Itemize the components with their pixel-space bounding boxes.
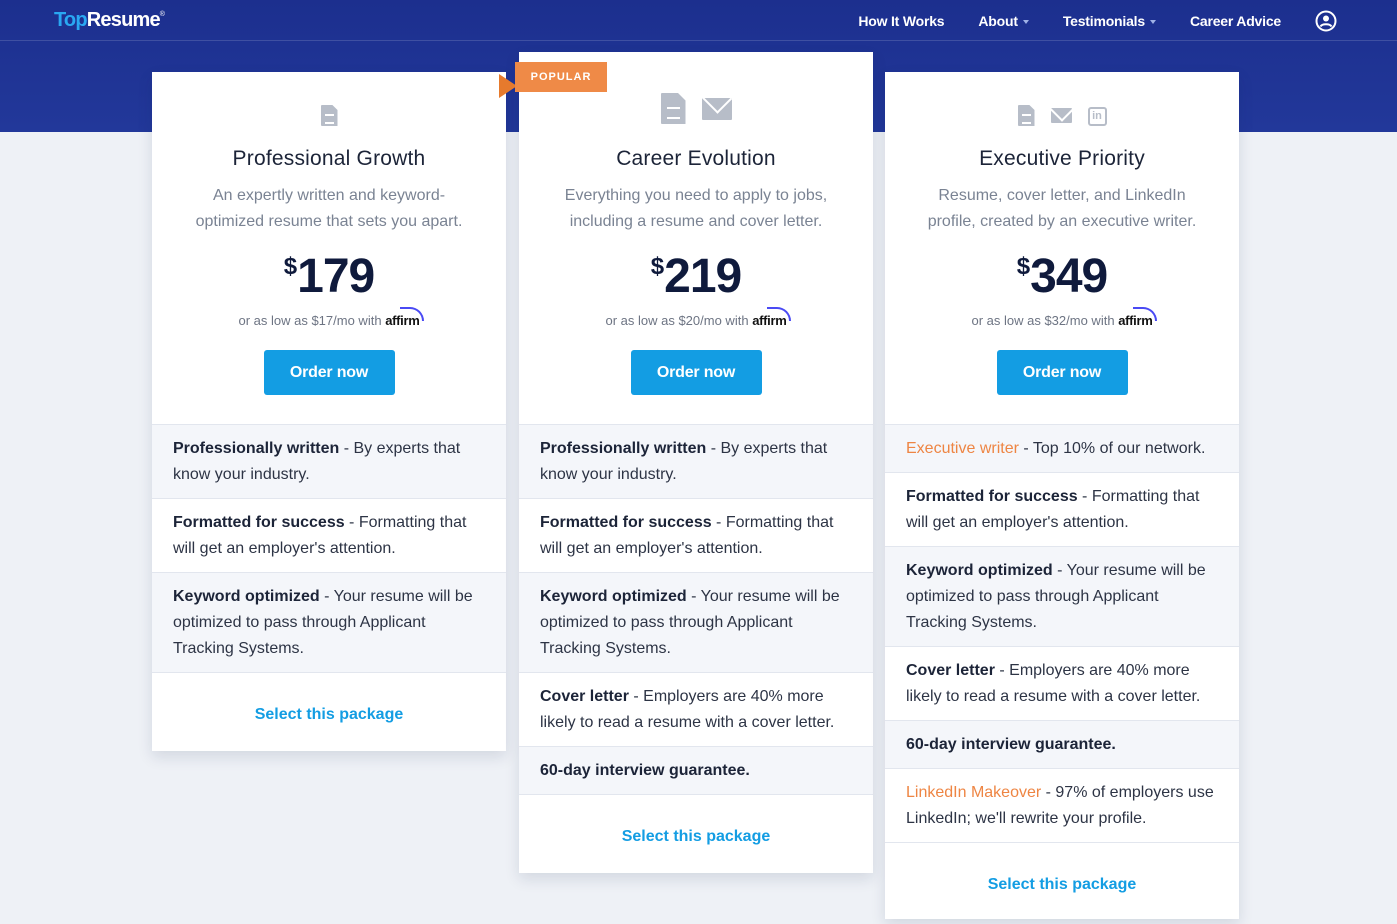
account-button[interactable] [1315, 10, 1337, 32]
plan-icons [152, 72, 506, 126]
feature-title: Formatted for success [906, 488, 1078, 505]
plan-header: Professional Growth An expertly written … [152, 72, 506, 424]
plan-description: Everything you need to apply to jobs, in… [564, 187, 828, 230]
plan-card-professional-growth: Professional Growth An expertly written … [152, 72, 506, 751]
plan-icons [519, 52, 873, 124]
plan-header: Career Evolution Everything you need to … [519, 52, 873, 424]
feature-item: Keyword optimized - Your resume will be … [152, 573, 506, 673]
plan-description: An expertly written and keyword-optimize… [195, 187, 463, 230]
plan-title: Executive Priority [979, 147, 1145, 170]
affirm-text: or as low as $32/mo with [971, 313, 1115, 328]
feature-item: Formatted for success - Formatting that … [885, 473, 1239, 547]
feature-item: Cover letter - Employers are 40% more li… [885, 647, 1239, 721]
affirm-financing: or as low as $20/mo with affirm [519, 307, 873, 328]
chevron-down-icon [1022, 19, 1029, 24]
affirm-logo: affirm [752, 307, 791, 328]
feature-item: Keyword optimized - Your resume will be … [885, 547, 1239, 647]
document-icon [320, 105, 338, 126]
plan-description: Resume, cover letter, and LinkedIn profi… [927, 187, 1197, 230]
feature-list: Professionally written - By experts that… [519, 424, 873, 795]
mail-icon [701, 98, 732, 120]
affirm-logo: affirm [385, 307, 424, 328]
nav-how-it-works-label: How It Works [858, 12, 945, 29]
nav-about-label: About [978, 12, 1018, 29]
nav-career-advice-label: Career Advice [1189, 12, 1281, 29]
feature-item: Cover letter - Employers are 40% more li… [519, 673, 873, 747]
logo-resume-text: Resume [86, 9, 161, 31]
feature-title: LinkedIn Makeover [906, 784, 1042, 801]
chevron-down-icon [1149, 19, 1156, 24]
price-amount: 179 [297, 250, 375, 303]
feature-title: Keyword optimized [540, 588, 687, 605]
order-now-button[interactable]: Order now [996, 350, 1128, 395]
plan-price: $219 [519, 253, 873, 301]
currency-symbol: $ [650, 253, 664, 280]
affirm-text: or as low as $17/mo with [238, 313, 382, 328]
order-now-button[interactable]: Order now [263, 350, 395, 395]
feature-item: Professionally written - By experts that… [519, 425, 873, 499]
mail-icon [1050, 108, 1072, 123]
feature-item: Keyword optimized - Your resume will be … [519, 573, 873, 673]
currency-symbol: $ [283, 253, 297, 280]
plan-price: $179 [152, 253, 506, 301]
nav-career-advice[interactable]: Career Advice [1190, 13, 1281, 29]
select-package-link[interactable]: Select this package [152, 673, 506, 751]
document-icon [660, 93, 686, 124]
plan-title: Career Evolution [616, 147, 776, 170]
feature-title: Executive writer [906, 440, 1019, 457]
feature-item: 60-day interview guarantee. [885, 721, 1239, 769]
feature-list: Executive writer - Top 10% of our networ… [885, 424, 1239, 843]
order-now-button[interactable]: Order now [630, 350, 762, 395]
select-package-link[interactable]: Select this package [885, 843, 1239, 919]
plan-price: $349 [885, 253, 1239, 301]
feature-title: Formatted for success [540, 514, 712, 531]
nav-about[interactable]: About [978, 12, 1029, 29]
feature-title: Cover letter [540, 688, 629, 705]
feature-title: Formatted for success [173, 514, 345, 531]
plan-icons: in [885, 72, 1239, 126]
feature-item: Professionally written - By experts that… [152, 425, 506, 499]
nav-how-it-works[interactable]: How It Works [858, 13, 944, 29]
plan-card-career-evolution: POPULAR Career Evolution Everything you … [499, 52, 873, 873]
feature-text: - Top 10% of our network. [1018, 440, 1206, 457]
topresume-logo[interactable]: TopResume® [54, 9, 165, 32]
feature-title: 60-day interview guarantee. [540, 762, 750, 779]
price-amount: 349 [1030, 250, 1108, 303]
feature-item: Formatted for success - Formatting that … [152, 499, 506, 573]
feature-title: Keyword optimized [906, 562, 1053, 579]
nav-links: How It Works About Testimonials Career A… [824, 0, 1337, 41]
price-amount: 219 [664, 250, 742, 303]
plan-header: in Executive Priority Resume, cover lett… [885, 72, 1239, 424]
plan-card-executive-priority: in Executive Priority Resume, cover lett… [885, 72, 1239, 919]
affirm-logo: affirm [1118, 307, 1157, 328]
affirm-financing: or as low as $32/mo with affirm [885, 307, 1239, 328]
linkedin-icon: in [1087, 107, 1107, 126]
top-nav: TopResume® How It Works About Testimonia… [0, 0, 1397, 41]
affirm-text: or as low as $20/mo with [605, 313, 749, 328]
logo-registered-mark: ® [159, 11, 165, 18]
feature-title: Professionally written [540, 440, 707, 457]
feature-item: Formatted for success - Formatting that … [519, 499, 873, 573]
user-circle-icon [1315, 10, 1337, 31]
document-icon [1017, 105, 1035, 126]
feature-title: Cover letter [906, 662, 995, 679]
feature-item: Executive writer - Top 10% of our networ… [885, 425, 1239, 473]
select-package-link[interactable]: Select this package [519, 795, 873, 873]
feature-title: 60-day interview guarantee. [906, 736, 1116, 753]
feature-title: Professionally written [173, 440, 340, 457]
nav-testimonials[interactable]: Testimonials [1063, 13, 1156, 29]
logo-top-text: Top [54, 9, 88, 31]
feature-item: LinkedIn Makeover - 97% of employers use… [885, 769, 1239, 843]
nav-testimonials-label: Testimonials [1062, 12, 1145, 29]
feature-title: Keyword optimized [173, 588, 320, 605]
plan-title: Professional Growth [232, 147, 426, 170]
currency-symbol: $ [1016, 253, 1030, 280]
affirm-financing: or as low as $17/mo with affirm [152, 307, 506, 328]
feature-list: Professionally written - By experts that… [152, 424, 506, 673]
feature-item: 60-day interview guarantee. [519, 747, 873, 795]
